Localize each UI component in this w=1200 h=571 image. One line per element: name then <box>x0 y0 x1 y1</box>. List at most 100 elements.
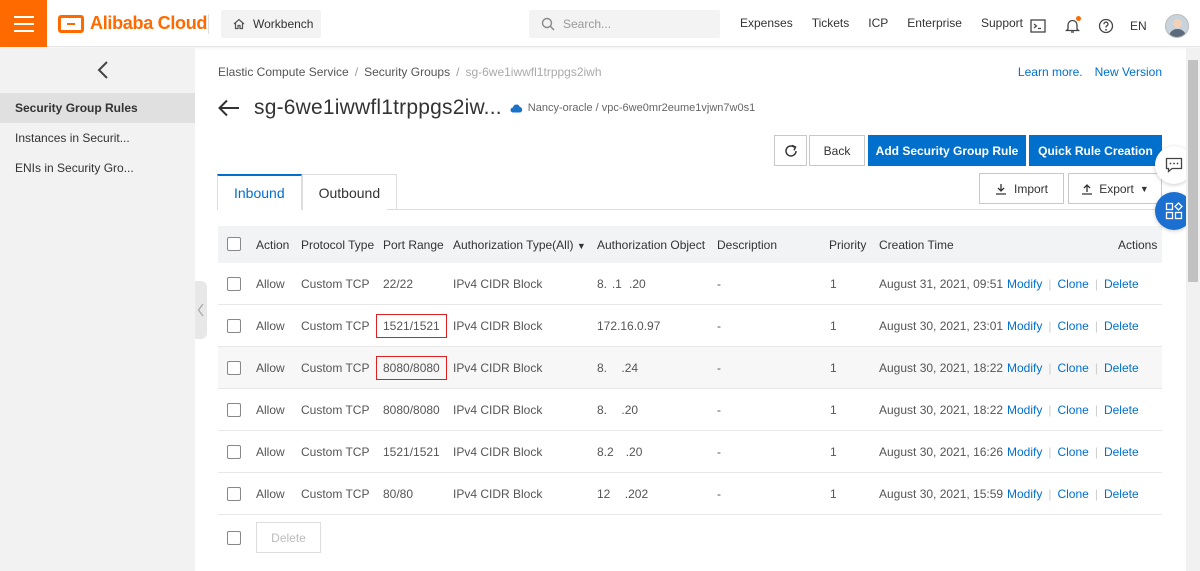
quick-rule-creation-button[interactable]: Quick Rule Creation <box>1029 135 1162 166</box>
vertical-scrollbar[interactable] <box>1186 48 1200 571</box>
modify-link[interactable]: Modify <box>1007 361 1042 375</box>
alibaba-cloud-logo[interactable]: Alibaba Cloud <box>58 13 207 34</box>
sidebar-item-enis[interactable]: ENIs in Security Gro... <box>0 153 195 183</box>
modify-link[interactable]: Modify <box>1007 277 1042 291</box>
apps-grid-icon <box>1165 202 1183 220</box>
bulk-select-checkbox[interactable] <box>227 531 241 545</box>
modify-link[interactable]: Modify <box>1007 403 1042 417</box>
col-authorization-type[interactable]: Authorization Type(All) ▼ <box>453 238 586 252</box>
refresh-button[interactable] <box>774 135 807 166</box>
clone-link[interactable]: Clone <box>1057 487 1088 501</box>
col-protocol-type: Protocol Type <box>301 238 375 252</box>
notification-bell-icon[interactable] <box>1062 16 1082 36</box>
breadcrumb-security-groups[interactable]: Security Groups <box>364 65 450 79</box>
col-actions: Actions <box>1118 238 1158 252</box>
table-row: Allow Custom TCP 8080/8080 IPv4 CIDR Block 8… <box>218 389 1162 431</box>
row-checkbox[interactable] <box>227 445 241 459</box>
delete-link[interactable]: Delete <box>1104 445 1139 459</box>
cell-description: - <box>717 445 721 459</box>
delete-link[interactable]: Delete <box>1104 487 1139 501</box>
clone-link[interactable]: Clone <box>1057 445 1088 459</box>
nav-expenses[interactable]: Expenses <box>740 16 793 30</box>
tab-inbound[interactable]: Inbound <box>217 174 302 210</box>
breadcrumb-ecs[interactable]: Elastic Compute Service <box>218 65 349 79</box>
delete-link[interactable]: Delete <box>1104 403 1139 417</box>
action-separator: | <box>1094 403 1098 417</box>
import-button[interactable]: Import <box>979 173 1064 204</box>
action-separator: | <box>1048 487 1052 501</box>
scrollbar-thumb[interactable] <box>1188 60 1198 282</box>
action-separator: | <box>1048 445 1052 459</box>
direction-tabs: Inbound Outbound <box>217 174 398 210</box>
nav-support[interactable]: Support <box>981 16 1023 30</box>
header-links: Learn more. New Version <box>1018 65 1162 79</box>
bulk-delete-button[interactable]: Delete <box>256 522 321 553</box>
tab-outbound[interactable]: Outbound <box>301 174 398 210</box>
help-icon[interactable] <box>1096 16 1116 36</box>
add-security-group-rule-button[interactable]: Add Security Group Rule <box>868 135 1026 166</box>
row-checkbox[interactable] <box>227 361 241 375</box>
terminal-icon[interactable] <box>1028 16 1048 36</box>
cell-description: - <box>717 487 721 501</box>
delete-link[interactable]: Delete <box>1104 319 1139 333</box>
clone-link[interactable]: Clone <box>1057 403 1088 417</box>
nav-icp[interactable]: ICP <box>868 16 888 30</box>
row-actions: Modify | Clone | Delete <box>1007 361 1139 375</box>
col-creation-time: Creation Time <box>879 238 954 252</box>
table-header: Action Protocol Type Port Range Authoriz… <box>218 226 1162 263</box>
select-all-checkbox[interactable] <box>227 237 241 251</box>
sidebar-item-instances[interactable]: Instances in Securit... <box>0 123 195 153</box>
search-placeholder: Search... <box>563 17 612 31</box>
brand-name: Alibaba Cloud <box>90 13 208 33</box>
learn-more-link[interactable]: Learn more. <box>1018 65 1083 79</box>
import-label: Import <box>1013 181 1048 196</box>
home-icon <box>233 18 245 30</box>
back-arrow-icon[interactable] <box>218 99 240 117</box>
cell-action: Allow <box>256 445 285 459</box>
table-row: Allow Custom TCP 8080/8080 IPv4 CIDR Block 8… <box>218 347 1162 389</box>
row-checkbox[interactable] <box>227 319 241 333</box>
action-separator: | <box>1094 361 1098 375</box>
search-input[interactable]: Search... <box>529 10 720 38</box>
new-version-link[interactable]: New Version <box>1095 65 1162 79</box>
cell-protocol: Custom TCP <box>301 445 370 459</box>
workbench-button[interactable]: Workbench <box>221 10 321 38</box>
modify-link[interactable]: Modify <box>1007 445 1042 459</box>
hamburger-menu-icon[interactable] <box>0 0 47 47</box>
language-switcher[interactable]: EN <box>1130 19 1147 33</box>
cell-priority: 1 <box>830 319 837 333</box>
modify-link[interactable]: Modify <box>1007 319 1042 333</box>
nav-enterprise[interactable]: Enterprise <box>907 16 962 30</box>
cell-protocol: Custom TCP <box>301 319 370 333</box>
clone-link[interactable]: Clone <box>1057 361 1088 375</box>
row-checkbox[interactable] <box>227 487 241 501</box>
notification-dot <box>1076 16 1081 21</box>
sidebar-item-security-group-rules[interactable]: Security Group Rules <box>0 93 195 123</box>
col-port-range: Port Range <box>383 238 444 252</box>
modify-link[interactable]: Modify <box>1007 487 1042 501</box>
action-separator: | <box>1094 487 1098 501</box>
export-button[interactable]: Export ▼ <box>1068 173 1162 204</box>
sidebar-toggle-handle[interactable] <box>195 281 207 339</box>
clone-link[interactable]: Clone <box>1057 319 1088 333</box>
chevron-left-icon[interactable] <box>96 60 110 83</box>
clone-link[interactable]: Clone <box>1057 277 1088 291</box>
row-checkbox[interactable] <box>227 277 241 291</box>
cell-priority: 1 <box>830 487 837 501</box>
nav-tickets[interactable]: Tickets <box>812 16 850 30</box>
back-button[interactable]: Back <box>809 135 865 166</box>
cell-auth-object: 12 .202 <box>597 487 649 501</box>
cell-priority: 1 <box>830 277 837 291</box>
delete-link[interactable]: Delete <box>1104 277 1139 291</box>
user-avatar[interactable] <box>1164 14 1189 38</box>
row-checkbox[interactable] <box>227 403 241 417</box>
cell-port-range: 80/80 <box>383 487 414 501</box>
cell-description: - <box>717 403 721 417</box>
row-actions: Modify | Clone | Delete <box>1007 403 1139 417</box>
download-icon <box>995 183 1006 195</box>
caret-down-icon: ▼ <box>576 241 586 251</box>
cell-creation-time: August 30, 2021, 15:59 <box>879 487 1004 501</box>
cell-description: - <box>717 319 721 333</box>
col-priority: Priority <box>829 238 867 252</box>
delete-link[interactable]: Delete <box>1104 361 1139 375</box>
